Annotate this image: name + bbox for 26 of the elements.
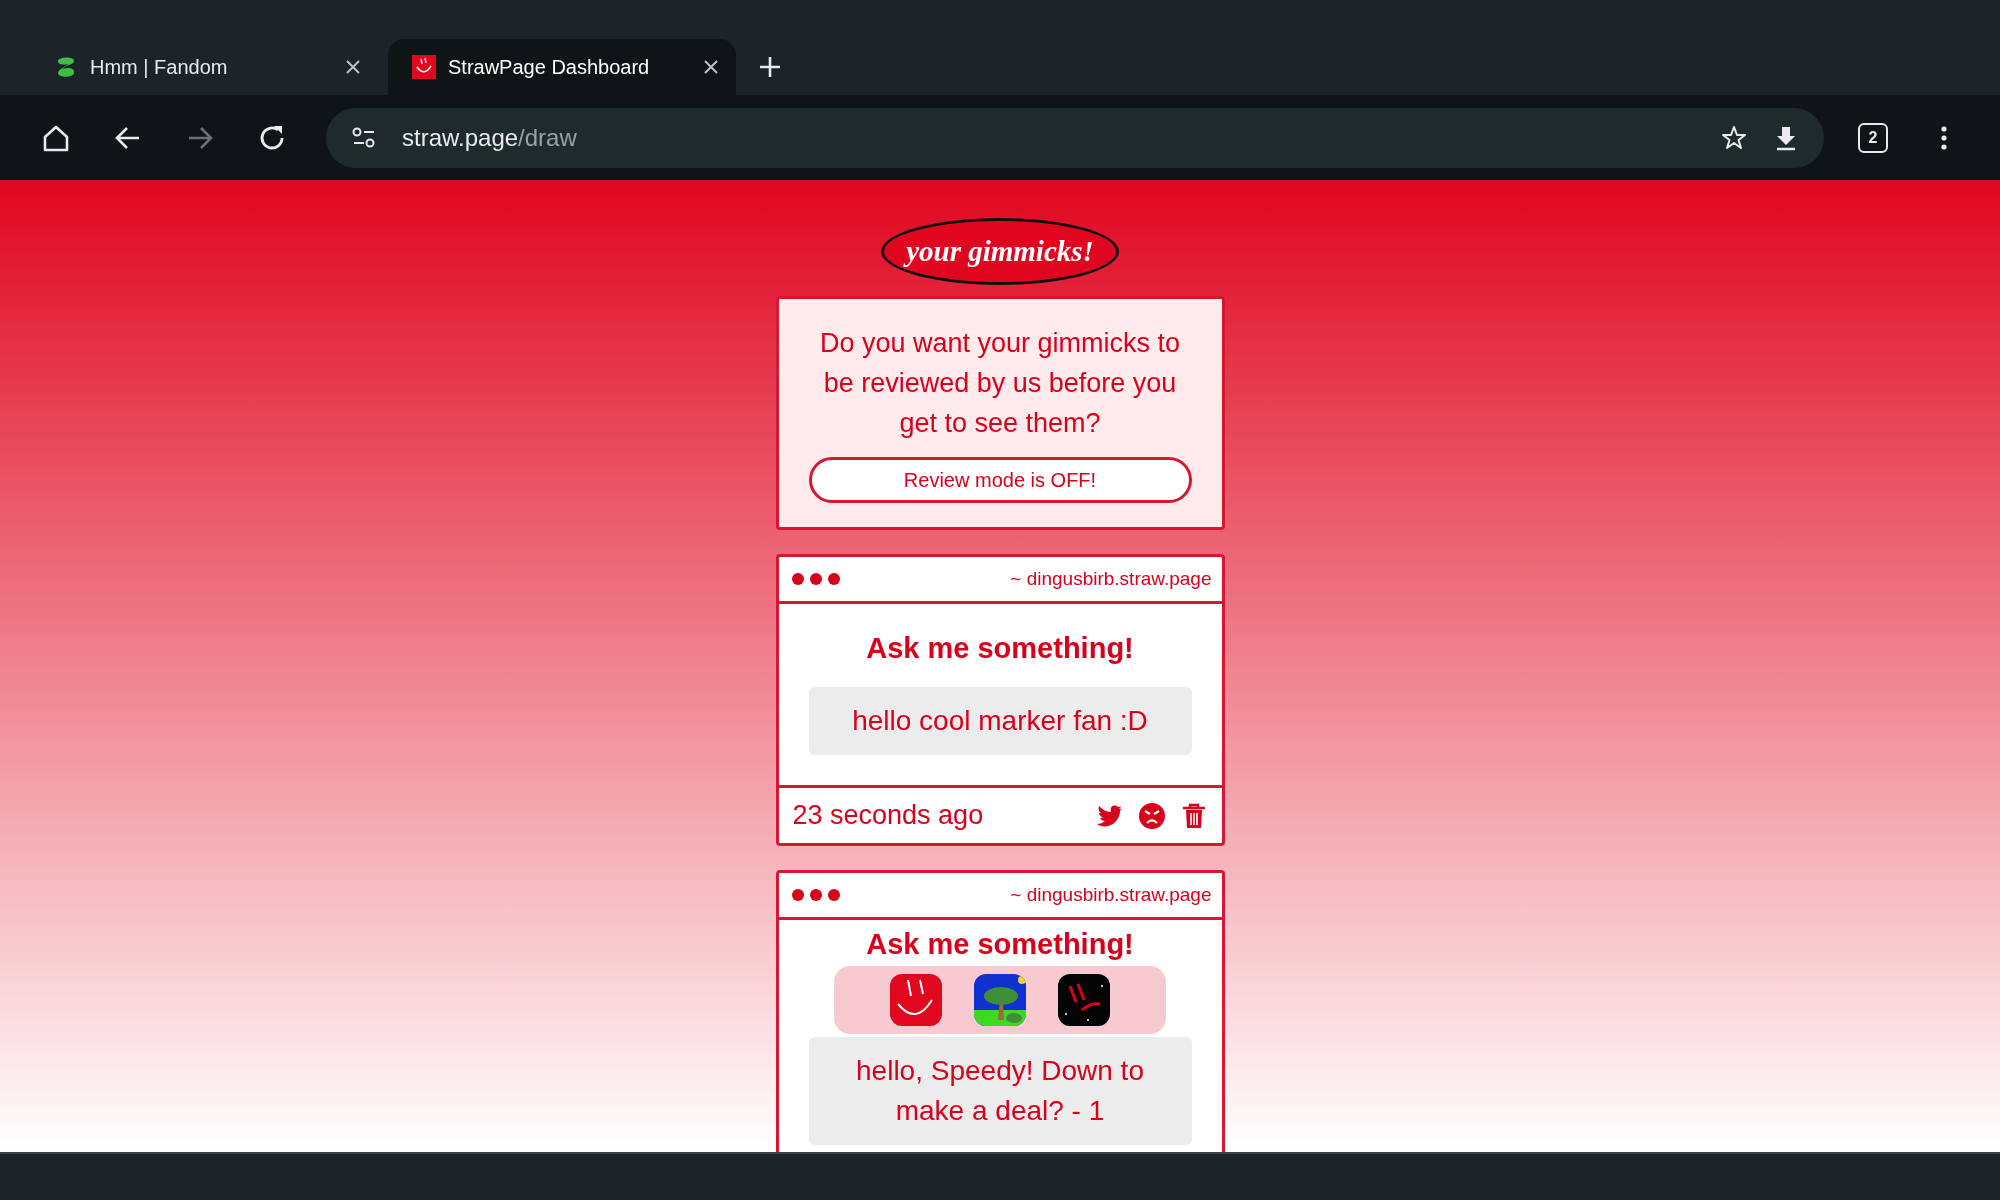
star-icon[interactable] xyxy=(1720,123,1748,152)
close-icon[interactable] xyxy=(344,58,362,76)
tree-landscape-app-icon[interactable] xyxy=(974,974,1026,1026)
plus-icon[interactable] xyxy=(758,55,782,79)
site-address: ~ dingusbirb.straw.page xyxy=(1010,884,1212,906)
browser-tab[interactable]: StrawPage Dashboard xyxy=(388,39,736,95)
three-dots-icon[interactable] xyxy=(790,572,841,586)
three-dots-icon[interactable] xyxy=(790,888,841,902)
smiley-app-icon[interactable] xyxy=(890,974,942,1026)
message-text: hello cool marker fan :D xyxy=(808,687,1192,755)
review-question: Do you want your gimmicks to be reviewed by us before you get to see them? xyxy=(818,327,1182,440)
tab-count-button[interactable]: 2 xyxy=(1858,122,1888,153)
close-icon[interactable] xyxy=(702,58,720,76)
smiley-logo-icon xyxy=(412,55,436,79)
frowning-face-app-icon[interactable] xyxy=(1058,974,1110,1026)
gimmick-title: Ask me something! xyxy=(866,632,1134,665)
browser-tab[interactable]: Hmm | Fandom xyxy=(30,39,378,95)
angry-face-icon[interactable] xyxy=(1137,801,1166,830)
message-text: hello, Speedy! Down to make a deal? - 1 xyxy=(808,1037,1192,1145)
review-mode-button[interactable]: Review mode is OFF! xyxy=(808,457,1192,503)
page-heading: your gimmicks! xyxy=(881,218,1119,285)
timestamp: 23 seconds ago xyxy=(792,800,985,831)
address-bar[interactable]: straw.page/draw xyxy=(326,107,1824,168)
site-address: ~ dingusbirb.straw.page xyxy=(1010,568,1212,590)
url-text: straw.page/draw xyxy=(402,123,578,152)
gimmick-title: Ask me something! xyxy=(866,928,1134,961)
